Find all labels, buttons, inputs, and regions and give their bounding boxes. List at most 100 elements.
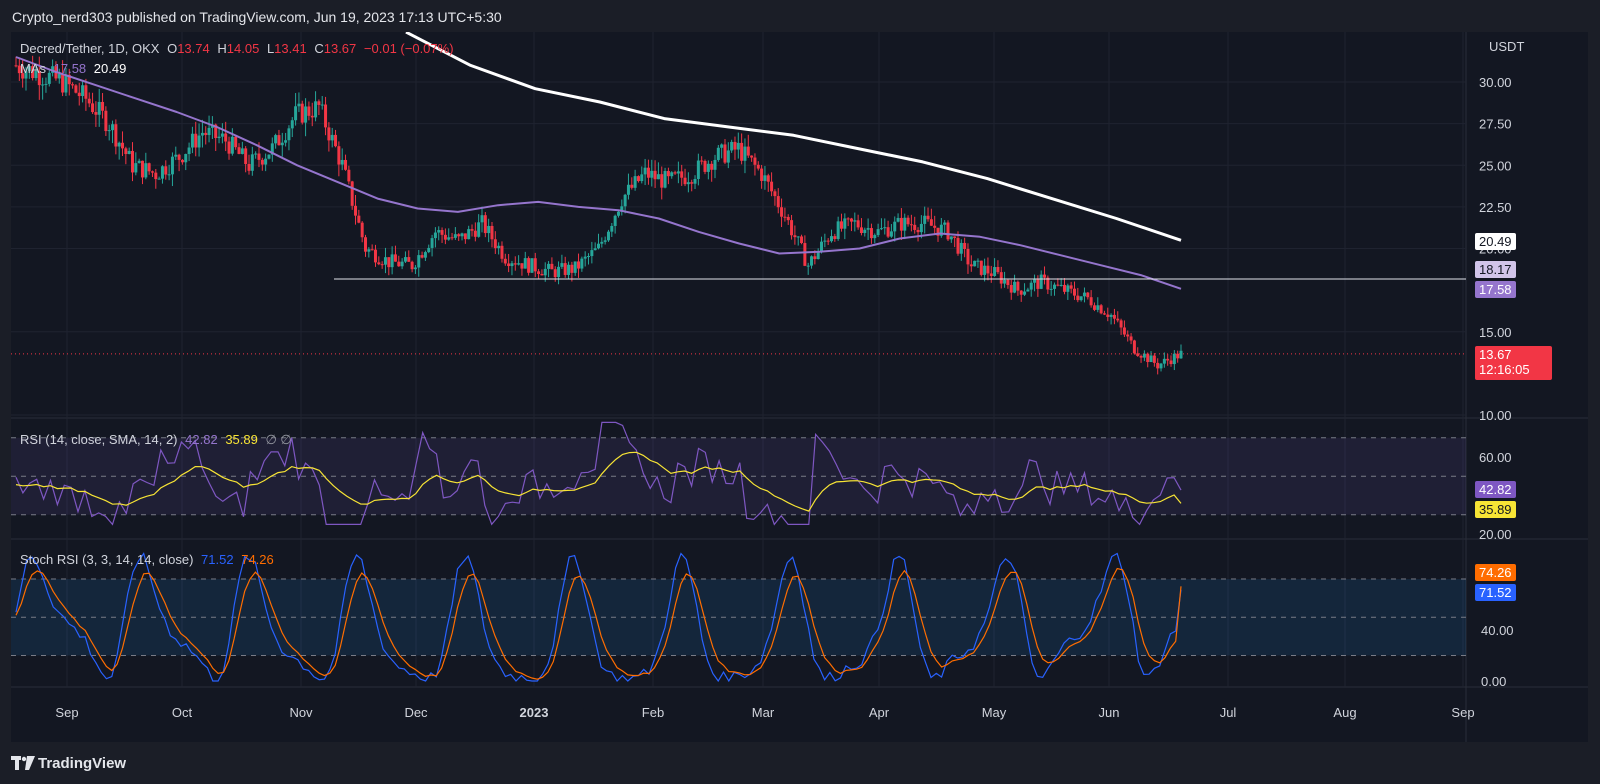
candle-body [1159, 363, 1163, 369]
candle-body [966, 248, 970, 265]
bar-countdown: 12:16:05 [1479, 362, 1530, 377]
candle-body [733, 141, 737, 150]
candle-body [317, 101, 321, 105]
candle-body [1019, 290, 1023, 295]
candle-body [450, 237, 454, 239]
candle-body [107, 130, 111, 132]
candle-body [164, 166, 168, 175]
candle-body [207, 127, 211, 136]
candle-body [430, 238, 434, 248]
candle-body [61, 73, 65, 93]
candle-body [866, 228, 870, 230]
candle-body [606, 231, 610, 241]
candle-body [1172, 353, 1176, 365]
candle-body [883, 227, 887, 229]
candle-body [1076, 295, 1080, 301]
candle-body [427, 247, 431, 253]
candle-body [204, 132, 208, 136]
rsi-label: RSI (14, close, SMA, 14, 2) [20, 432, 178, 447]
candle-body [74, 85, 78, 93]
candle-body [443, 234, 447, 240]
candle-body [806, 265, 810, 267]
candle-body [879, 228, 883, 230]
candle-body [64, 74, 68, 93]
candle-body [234, 136, 238, 148]
candle-body [863, 229, 867, 233]
candle-body [150, 171, 154, 173]
candle-body [1152, 355, 1156, 363]
tradingview-brand: TradingView [38, 755, 127, 772]
candle-body [650, 170, 654, 178]
ma-legend: MAs 17.58 20.49 [20, 61, 130, 76]
candle-body [510, 263, 514, 267]
candle-body [180, 159, 184, 163]
candle-body [776, 196, 780, 208]
candle-body [996, 267, 1000, 273]
stoch-axis-label: 0.00 [1481, 674, 1506, 689]
candle-body [1102, 313, 1106, 315]
candle-body [600, 241, 604, 244]
candle-body [274, 135, 278, 144]
candle-body [623, 194, 627, 207]
candle-body [846, 218, 850, 220]
candle-body [420, 255, 424, 258]
candle-body [314, 101, 318, 118]
candle-body [403, 257, 407, 262]
rsi-axis-label: 20.00 [1479, 527, 1512, 542]
time-axis-label: Sep [55, 705, 78, 720]
candle-body [783, 216, 787, 218]
candle-body [387, 257, 391, 268]
candle-body [583, 256, 587, 259]
candle-body [646, 167, 650, 178]
ma100-value: 17.58 [53, 61, 87, 76]
candle-body [360, 222, 364, 238]
candle-body [327, 127, 331, 141]
candle-body [1156, 362, 1160, 369]
change-value: −0.01 (−0.07%) [363, 41, 454, 56]
candle-body [44, 83, 48, 85]
candle-body [540, 273, 544, 276]
candle-body [81, 85, 85, 97]
candle-body [946, 222, 950, 240]
candle-body [743, 146, 747, 161]
candle-body [1112, 314, 1116, 319]
candle-body [820, 241, 824, 252]
candle-body [547, 263, 551, 269]
chart-canvas[interactable]: Sep Oct Nov Dec 2023 Feb Mar Apr May Jun Jul Aug Sep… [11, 30, 1588, 742]
time-axis-label: Aug [1333, 705, 1356, 720]
candle-body [390, 254, 394, 268]
candle-body [636, 176, 640, 182]
candle-body [174, 154, 178, 157]
candle-body [460, 233, 464, 237]
candle-body [1139, 355, 1143, 358]
candle-body [423, 252, 427, 258]
candle-body [686, 182, 690, 185]
candle-body [989, 273, 993, 276]
candle-body [976, 260, 980, 262]
candle-body [706, 163, 710, 172]
candle-body [437, 230, 441, 233]
candle-body [986, 265, 990, 274]
candle-body [310, 115, 314, 118]
candle-body [1179, 350, 1183, 359]
candle-body [896, 217, 900, 222]
o-label: O [167, 41, 178, 56]
price-axis-label: 25.00 [1479, 158, 1512, 173]
candle-body [560, 263, 564, 267]
candle-body [839, 221, 843, 229]
candle-body [250, 154, 254, 171]
candle-body [800, 236, 804, 244]
candle-body [810, 256, 814, 266]
ma200-price-tag: 20.49 [1475, 233, 1516, 250]
candle-body [101, 101, 105, 111]
candle-body [723, 144, 727, 163]
stoch-axis-label: 40.00 [1481, 623, 1514, 638]
candle-body [493, 239, 497, 249]
candle-body [350, 181, 354, 206]
candle-body [1039, 274, 1043, 289]
candle-body [1116, 318, 1120, 321]
chart-area[interactable]: Sep Oct Nov Dec 2023 Feb Mar Apr May Jun Jul Aug Sep… [11, 30, 1588, 742]
candle-body [483, 215, 487, 234]
candle-body [137, 160, 141, 164]
candle-body [240, 148, 244, 154]
